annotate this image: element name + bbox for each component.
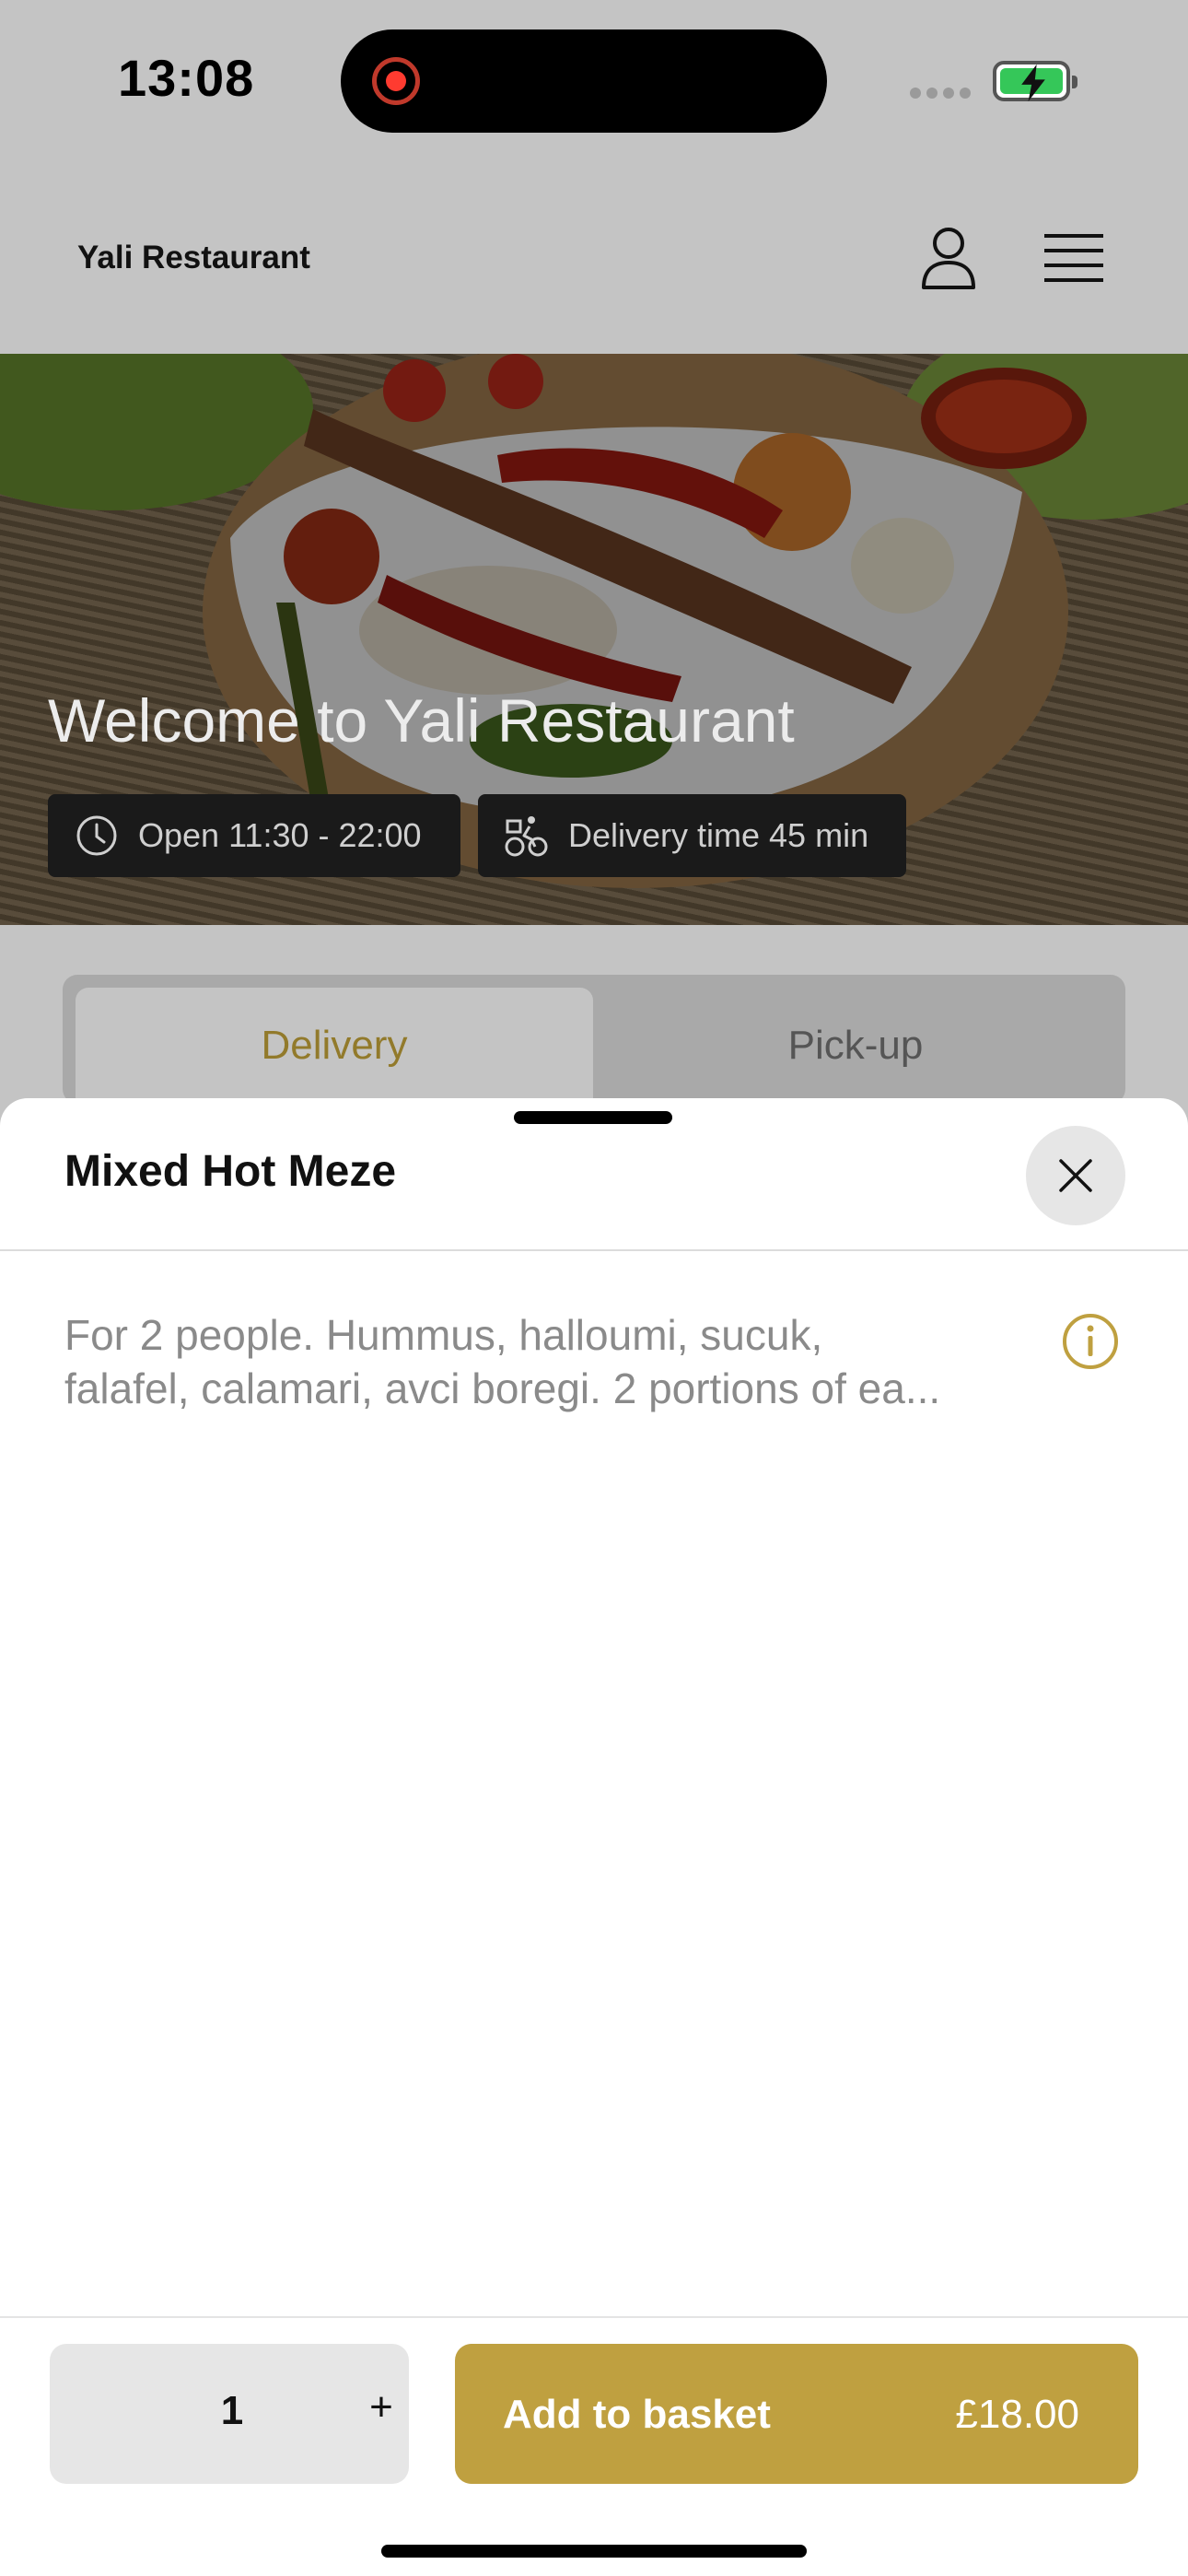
order-mode-tabs: Delivery Pick-up	[63, 975, 1125, 1117]
info-icon[interactable]	[1061, 1312, 1120, 1371]
product-description: For 2 people. Hummus, halloumi, sucuk, f…	[64, 1308, 1050, 1415]
restaurant-name[interactable]: Yali Restaurant	[77, 240, 310, 276]
welcome-title: Welcome to Yali Restaurant	[48, 686, 795, 755]
status-time: 13:08	[118, 49, 255, 107]
charging-bolt-icon	[1021, 64, 1045, 102]
tab-delivery[interactable]: Delivery	[76, 988, 593, 1117]
home-indicator[interactable]	[381, 2545, 807, 2558]
clock-icon	[76, 815, 117, 856]
product-title: Mixed Hot Meze	[64, 1147, 397, 1196]
dynamic-island	[341, 29, 827, 133]
sheet-grabber[interactable]	[514, 1111, 672, 1124]
quantity-value: 1	[220, 2388, 244, 2433]
footer-divider	[0, 2316, 1188, 2318]
status-bar: 13:08	[0, 0, 1188, 166]
increase-quantity-button[interactable]: +	[363, 2384, 400, 2430]
user-account-icon[interactable]	[919, 225, 978, 291]
description-line: falafel, calamari, avci boregi. 2 portio…	[64, 1364, 941, 1412]
add-to-basket-label: Add to basket	[503, 2392, 771, 2437]
product-detail-sheet: Mixed Hot Meze For 2 people. Hummus, hal…	[0, 1098, 1188, 2576]
hamburger-menu-icon[interactable]	[1044, 232, 1103, 284]
price-label: £18.00	[955, 2392, 1079, 2437]
cellular-signal-icon	[910, 87, 976, 103]
tab-pickup[interactable]: Pick-up	[597, 988, 1114, 1117]
quantity-stepper: 1 +	[50, 2344, 409, 2484]
close-icon	[1059, 1159, 1092, 1192]
delivery-time-text: Delivery time 45 min	[568, 816, 869, 854]
delivery-time-chip: Delivery time 45 min	[478, 794, 906, 877]
battery-icon	[993, 61, 1077, 102]
add-to-basket-button[interactable]: Add to basket £18.00	[455, 2344, 1138, 2484]
close-button[interactable]	[1026, 1126, 1125, 1225]
opening-hours-text: Open 11:30 - 22:00	[138, 816, 422, 854]
description-line: For 2 people. Hummus, halloumi, sucuk,	[64, 1311, 823, 1359]
hero-banner: Welcome to Yali Restaurant Open 11:30 - …	[0, 354, 1188, 925]
app-header: Yali Restaurant	[0, 166, 1188, 354]
bike-courier-icon	[505, 816, 548, 857]
opening-hours-chip: Open 11:30 - 22:00	[48, 794, 460, 877]
screen-recording-icon	[372, 57, 420, 105]
header-divider	[0, 1249, 1188, 1251]
